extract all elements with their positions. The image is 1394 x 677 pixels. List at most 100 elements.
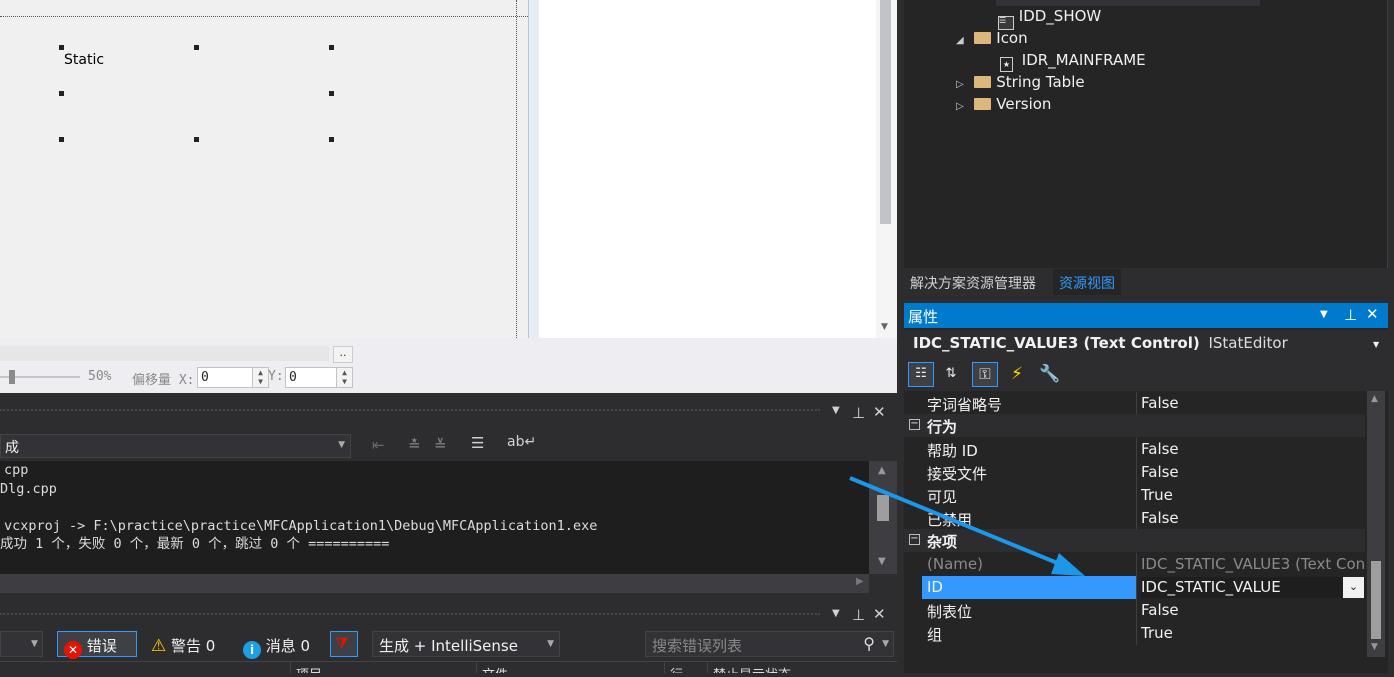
offset-y-input[interactable]: 0 ▲ ▼ xyxy=(285,367,353,388)
property-row[interactable]: 字词省略号 False xyxy=(922,392,1365,415)
tab-solution-explorer[interactable]: 解决方案资源管理器 xyxy=(904,269,1042,295)
selection-handle[interactable] xyxy=(194,137,199,142)
column-line[interactable]: 行 xyxy=(670,664,683,673)
dropdown-icon[interactable]: ▼ xyxy=(832,405,840,416)
property-value[interactable]: False xyxy=(1141,440,1365,458)
editor-hscroll[interactable] xyxy=(0,346,329,361)
property-value[interactable]: True xyxy=(1141,624,1365,642)
selection-handle[interactable] xyxy=(329,45,334,50)
word-wrap-icon[interactable]: ab↵ xyxy=(507,434,536,450)
search-icon[interactable]: ⚲ xyxy=(863,634,875,653)
categorized-button[interactable]: ☷ xyxy=(908,362,934,387)
offset-y-value: 0 xyxy=(289,370,297,385)
pin-icon[interactable]: ⊥ xyxy=(1344,306,1357,324)
events-button[interactable]: ⚡ xyxy=(1004,362,1030,387)
alphabetical-button[interactable]: ⇅ xyxy=(938,362,964,387)
sort-az-icon: ⇅ xyxy=(945,366,957,381)
chevron-down-icon[interactable]: ▼ xyxy=(882,639,889,649)
pin-icon[interactable]: ⊥ xyxy=(852,606,865,624)
property-value[interactable]: False xyxy=(1141,463,1365,481)
selection-handle[interactable] xyxy=(59,91,64,96)
property-row[interactable]: 制表位 False xyxy=(922,599,1365,622)
errors-filter-button[interactable]: ✕ 错误 1 xyxy=(57,631,137,677)
collapse-triangle-icon[interactable]: ◢ xyxy=(956,35,964,46)
scroll-down-icon[interactable]: ▼ xyxy=(1371,642,1378,652)
lightning-icon: ⚡ xyxy=(1011,364,1023,384)
close-icon[interactable]: ✕ xyxy=(1366,305,1379,323)
properties-title: 属性 xyxy=(908,308,939,326)
tree-item-string-table[interactable]: ▷ String Table xyxy=(956,73,1085,91)
warnings-filter-button[interactable]: ⚠ 警告 0 xyxy=(144,631,231,657)
output-text[interactable]: cpp Dlg.cpp vcxproj -> F:\practice\pract… xyxy=(0,461,869,574)
editor-vertical-scrollbar[interactable]: ▼ xyxy=(876,0,897,338)
properties-view-button[interactable]: ⚿ xyxy=(972,362,998,387)
output-source-select[interactable]: 成 ▼ xyxy=(0,434,351,458)
property-pages-button[interactable]: 🔧 xyxy=(1037,362,1063,387)
filter-button[interactable]: ⧩ xyxy=(330,631,358,657)
pin-icon[interactable]: ⊥ xyxy=(852,404,865,422)
expand-triangle-icon[interactable]: ▷ xyxy=(956,101,964,112)
dialog-editor[interactable]: Static ▼ .. 50% 偏移量 X: 0 ▲ ▼ Y: 0 ▲ ▼ xyxy=(0,0,897,393)
tree-item-icon-folder[interactable]: ◢ Icon xyxy=(956,29,1028,47)
tree-item-version[interactable]: ▷ Version xyxy=(956,95,1051,113)
info-icon: i xyxy=(243,641,261,659)
dialog-surface[interactable]: Static xyxy=(0,0,539,338)
selection-handle[interactable] xyxy=(329,137,334,142)
property-value[interactable]: False xyxy=(1141,601,1365,619)
close-icon[interactable]: ✕ xyxy=(873,605,886,623)
static-text-control[interactable]: Static xyxy=(64,52,104,68)
messages-count: 消息 0 xyxy=(265,637,311,655)
resource-view-tree[interactable]: ☰ IDD_SHOW ◢ Icon ★ IDR_MAINFRAME ▷ Stri… xyxy=(904,0,1388,268)
tree-item-idr-mainframe[interactable]: ★ IDR_MAINFRAME xyxy=(1000,51,1146,72)
tab-resource-view[interactable]: 资源视图 xyxy=(1053,269,1121,295)
selection-handle[interactable] xyxy=(329,91,334,96)
scrollbar-thumb[interactable] xyxy=(1371,561,1381,639)
panel-grip xyxy=(0,409,820,411)
tree-item-idd-show[interactable]: ☰ IDD_SHOW xyxy=(998,7,1101,30)
annotation-arrow xyxy=(849,476,1085,576)
spin-arrows-icon[interactable]: ▲ ▼ xyxy=(252,368,268,387)
dialog-resource-icon: ☰ xyxy=(998,16,1014,30)
dropdown-icon[interactable]: ▼ xyxy=(832,608,840,619)
spin-arrows-icon[interactable]: ▲ ▼ xyxy=(336,368,352,387)
error-search-input[interactable]: 搜索错误列表 ⚲ ▼ xyxy=(645,631,894,657)
scroll-up-icon[interactable]: ▲ xyxy=(1371,394,1378,404)
prev-message-icon[interactable]: ⇤ xyxy=(372,436,385,454)
scrollbar-thumb[interactable] xyxy=(880,0,891,224)
column-project[interactable]: 项目 xyxy=(296,664,322,673)
property-row[interactable]: 组 True xyxy=(922,622,1365,645)
category-behavior[interactable]: − 行为 xyxy=(904,414,1365,437)
panel-tabs: 解决方案资源管理器 资源视图 xyxy=(904,269,1394,295)
offset-x-input[interactable]: 0 ▲ ▼ xyxy=(197,367,269,388)
scroll-down-icon[interactable]: ▼ xyxy=(881,322,888,332)
find-prev-icon[interactable]: ≛ xyxy=(408,436,421,454)
property-value[interactable]: False xyxy=(1141,394,1365,412)
property-value[interactable]: True xyxy=(1141,486,1365,504)
collapse-box-icon[interactable]: − xyxy=(909,419,920,430)
close-icon[interactable]: ✕ xyxy=(873,403,886,421)
zoom-slider-thumb[interactable] xyxy=(9,370,15,384)
object-selector[interactable]: IDC_STATIC_VALUE3 (Text Control) IStatEd… xyxy=(904,330,1388,358)
property-row[interactable]: 帮助 ID False xyxy=(922,438,1365,461)
selection-handle[interactable] xyxy=(59,45,64,50)
dropdown-icon[interactable]: ▼ xyxy=(1320,309,1328,320)
tree-item-clipped[interactable] xyxy=(996,0,1260,6)
clear-all-icon[interactable]: ☰ xyxy=(471,434,484,452)
output-horizontal-scrollbar[interactable]: ▶ xyxy=(0,574,869,593)
messages-filter-button[interactable]: i 消息 0 xyxy=(236,631,322,659)
properties-scrollbar[interactable]: ▲ ▼ xyxy=(1367,391,1385,657)
property-value[interactable]: False xyxy=(1141,509,1365,527)
id-value-input[interactable]: IDC_STATIC_VALUE xyxy=(1141,577,1365,598)
find-next-icon[interactable]: ≚ xyxy=(434,436,447,454)
column-suppress-state[interactable]: 禁止显示状态 xyxy=(713,664,791,673)
chevron-down-icon[interactable]: ⌄ xyxy=(1343,577,1364,598)
build-scope-select[interactable]: 生成 + IntelliSense ▼ xyxy=(372,631,560,657)
chevron-down-icon: ▼ xyxy=(1373,340,1380,349)
column-file[interactable]: 文件 xyxy=(482,664,508,673)
expand-triangle-icon[interactable]: ▷ xyxy=(956,79,964,90)
more-button[interactable]: .. xyxy=(333,346,353,363)
selection-handle[interactable] xyxy=(194,45,199,50)
error-scope-select[interactable]: ▼ xyxy=(0,631,43,657)
selection-handle[interactable] xyxy=(59,137,64,142)
